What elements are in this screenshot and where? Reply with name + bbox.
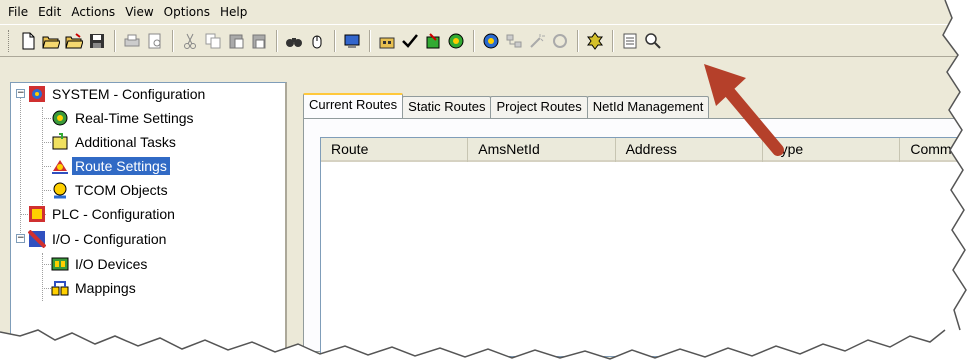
tab-static-routes[interactable]: Static Routes [402, 96, 492, 118]
column-route[interactable]: Route [321, 138, 469, 162]
list-icon[interactable] [619, 29, 641, 53]
tree-item-additional-tasks[interactable]: Additional Tasks [51, 131, 179, 153]
tree-item-label: Mappings [75, 280, 136, 296]
tab-panel: Route AmsNetId Address Type Comment [303, 118, 973, 357]
menu-edit[interactable]: Edit [33, 2, 66, 22]
annotation-arrow [704, 64, 784, 156]
io-config-icon [28, 230, 46, 248]
tree-item-mappings[interactable]: Mappings [51, 277, 139, 299]
system-tree[interactable]: − SYSTEM - Configuration Real-Time Setti… [10, 82, 287, 352]
tree-item-label: I/O - Configuration [52, 231, 167, 247]
settings-icon[interactable] [584, 29, 606, 53]
print-icon[interactable] [121, 29, 143, 53]
collapse-toggle-system[interactable]: − [16, 89, 25, 98]
tcom-icon [51, 181, 69, 199]
tree-item-tcom-objects[interactable]: TCOM Objects [51, 179, 171, 201]
toolbar-separator [276, 29, 278, 52]
paste-alt-icon[interactable] [248, 29, 270, 53]
tree-connector [42, 253, 43, 301]
column-amsnetid[interactable]: AmsNetId [468, 138, 616, 162]
tree-item-realtime-settings[interactable]: Real-Time Settings [51, 107, 197, 129]
network-icon[interactable] [503, 29, 525, 53]
mappings-icon [51, 279, 69, 297]
system-config-icon [28, 85, 46, 103]
find-icon[interactable] [283, 29, 305, 53]
tree-item-system-config[interactable]: SYSTEM - Configuration [28, 83, 208, 105]
tree-item-io-devices[interactable]: I/O Devices [51, 253, 150, 275]
toolbar-separator [369, 29, 371, 52]
tree-connector [42, 190, 51, 191]
tasks-icon [51, 133, 69, 151]
collapse-toggle-io[interactable]: − [16, 234, 25, 243]
stop-icon[interactable] [549, 29, 571, 53]
build-icon[interactable] [376, 29, 398, 53]
twincat-window: File Edit Actions View Options Help − SY… [0, 0, 973, 362]
print-preview-icon[interactable] [144, 29, 166, 53]
toolbar [0, 24, 973, 57]
tree-item-io-config[interactable]: I/O - Configuration [28, 228, 169, 250]
open-folder-icon[interactable] [40, 29, 62, 53]
tree-item-label: TCOM Objects [75, 182, 168, 198]
toolbar-separator [172, 29, 174, 52]
route-settings-panel: Current Routes Static Routes Project Rou… [293, 82, 973, 357]
toolbar-separator [334, 29, 336, 52]
wand-icon[interactable] [526, 29, 548, 53]
route-icon [51, 157, 69, 175]
routes-list[interactable]: Route AmsNetId Address Type Comment [320, 137, 973, 357]
new-file-icon[interactable] [17, 29, 39, 53]
menu-actions[interactable]: Actions [66, 2, 120, 22]
activate-config-icon[interactable] [422, 29, 444, 53]
list-header: Route AmsNetId Address Type Comment [321, 138, 973, 162]
tree-connector [42, 142, 51, 143]
tree-item-label: PLC - Configuration [52, 206, 175, 222]
tree-item-label: I/O Devices [75, 256, 148, 272]
save-icon[interactable] [86, 29, 108, 53]
tree-item-route-settings[interactable]: Route Settings [51, 155, 170, 177]
menu-options[interactable]: Options [159, 2, 215, 22]
toolbar-separator [577, 29, 579, 52]
realtime-icon [51, 109, 69, 127]
tree-item-plc-config[interactable]: PLC - Configuration [28, 203, 178, 225]
paste-icon[interactable] [225, 29, 247, 53]
tree-connector [42, 288, 51, 289]
menu-bar: File Edit Actions View Options Help [0, 0, 973, 24]
tree-item-label: Route Settings [72, 157, 170, 175]
io-devices-icon [51, 255, 69, 273]
tree-item-label: Additional Tasks [75, 134, 176, 150]
restart-run-icon[interactable] [445, 29, 467, 53]
cut-icon[interactable] [179, 29, 201, 53]
check-icon[interactable] [399, 29, 421, 53]
mouse-icon[interactable] [306, 29, 328, 53]
toolbar-separator [473, 29, 475, 52]
toolbar-grip[interactable] [8, 29, 11, 52]
tab-project-routes[interactable]: Project Routes [490, 96, 588, 118]
zoom-icon[interactable] [642, 29, 664, 53]
tree-connector [42, 166, 51, 167]
tab-current-routes[interactable]: Current Routes [303, 93, 404, 118]
menu-help[interactable]: Help [215, 2, 252, 22]
menu-file[interactable]: File [3, 2, 33, 22]
menu-view[interactable]: View [120, 2, 158, 22]
tree-connector [20, 97, 21, 241]
tree-item-label: SYSTEM - Configuration [52, 86, 206, 102]
tree-item-label: Real-Time Settings [75, 110, 194, 126]
tree-connector [42, 264, 51, 265]
tree-connector [42, 118, 51, 119]
plc-config-icon [28, 205, 46, 223]
tab-strip: Current Routes Static Routes Project Rou… [303, 93, 710, 118]
open-folder-alt-icon[interactable] [63, 29, 85, 53]
choose-target-icon[interactable] [480, 29, 502, 53]
copy-icon[interactable] [202, 29, 224, 53]
column-comment[interactable]: Comment [900, 138, 973, 162]
toolbar-separator [612, 29, 614, 52]
toolbar-separator [114, 29, 116, 52]
monitor-icon[interactable] [341, 29, 363, 53]
